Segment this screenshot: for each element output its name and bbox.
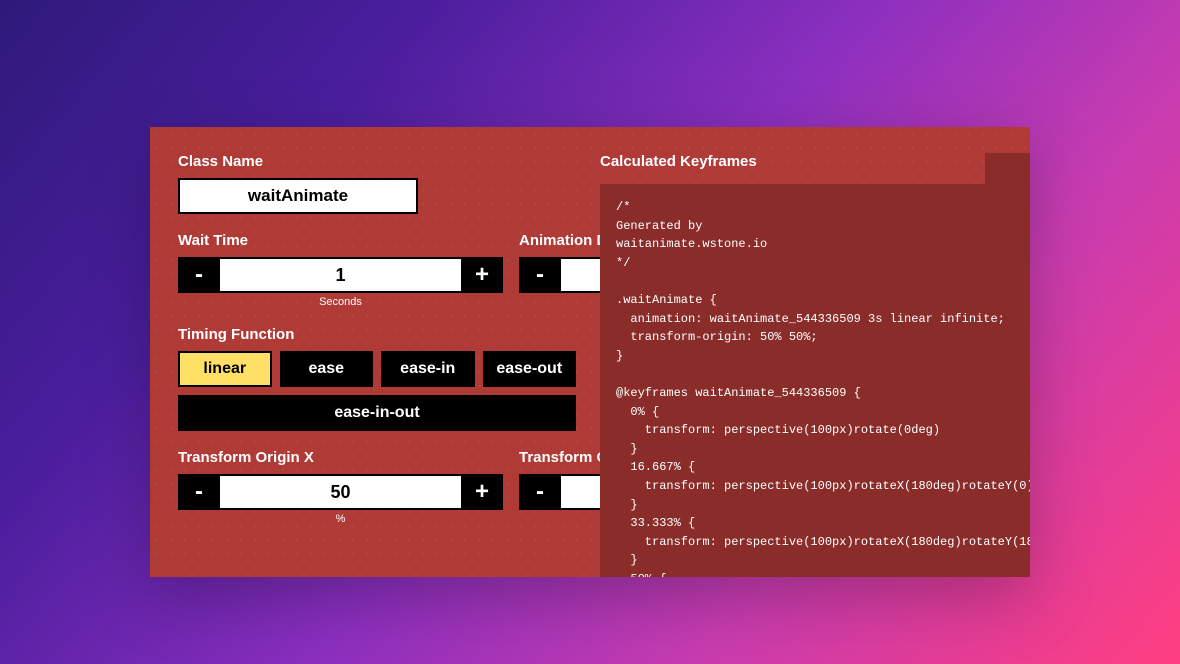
animation-duration-minus-button[interactable]: - xyxy=(519,257,561,293)
timing-option-ease[interactable]: ease xyxy=(280,351,374,387)
origin-y-minus-button[interactable]: - xyxy=(519,474,561,510)
origin-x-stepper: - + xyxy=(178,474,503,510)
origin-x-input[interactable] xyxy=(220,474,461,510)
timing-function-label: Timing Function xyxy=(178,326,576,343)
output-column: Calculated Keyframes /* Generated by wai… xyxy=(600,153,1030,577)
wait-time-minus-button[interactable]: - xyxy=(178,257,220,293)
origin-x-unit: % xyxy=(178,513,503,525)
timing-option-linear[interactable]: linear xyxy=(178,351,272,387)
keyframes-output[interactable]: /* Generated by waitanimate.wstone.io */… xyxy=(600,184,1030,577)
controls-column: Class Name Wait Time - + Seconds Animati… xyxy=(178,153,576,577)
class-name-group: Class Name xyxy=(178,153,576,214)
origin-x-label: Transform Origin X xyxy=(178,449,503,466)
config-panel: Class Name Wait Time - + Seconds Animati… xyxy=(150,127,1030,577)
wait-time-plus-button[interactable]: + xyxy=(461,257,503,293)
wait-time-label: Wait Time xyxy=(178,232,503,249)
timing-option-ease-in[interactable]: ease-in xyxy=(381,351,475,387)
wait-time-stepper: - + xyxy=(178,257,503,293)
origin-x-minus-button[interactable]: - xyxy=(178,474,220,510)
origin-x-group: Transform Origin X - + % xyxy=(178,449,503,525)
timing-function-group: Timing Function linear ease ease-in ease… xyxy=(178,326,576,431)
animation-preview-box xyxy=(985,153,1030,281)
wait-time-group: Wait Time - + Seconds xyxy=(178,232,503,308)
timing-option-ease-out[interactable]: ease-out xyxy=(483,351,577,387)
timing-option-ease-in-out[interactable]: ease-in-out xyxy=(178,395,576,431)
class-name-input[interactable] xyxy=(178,178,418,214)
calculated-keyframes-heading: Calculated Keyframes xyxy=(600,153,1030,170)
wait-time-unit: Seconds xyxy=(178,296,503,308)
class-name-label: Class Name xyxy=(178,153,576,170)
origin-x-plus-button[interactable]: + xyxy=(461,474,503,510)
wait-time-input[interactable] xyxy=(220,257,461,293)
